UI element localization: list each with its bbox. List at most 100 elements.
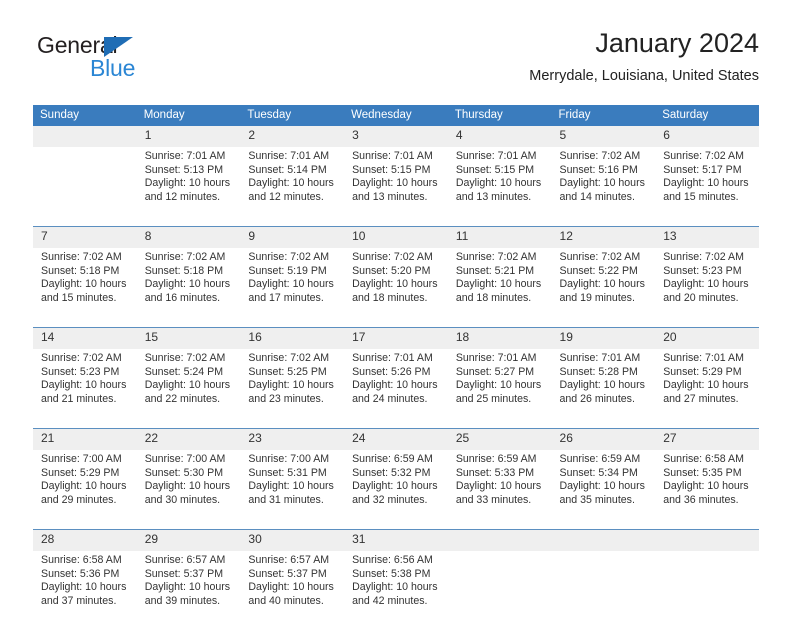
week-daynumbers-row: 28 29 30 31 [33,530,759,551]
day-cell[interactable]: Sunrise: 7:00 AM Sunset: 5:30 PM Dayligh… [136,450,241,529]
day-cell[interactable]: Sunrise: 7:02 AM Sunset: 5:25 PM Dayligh… [240,349,345,428]
sunset-text: Sunset: 5:22 PM [559,264,638,277]
sunrise-text: Sunrise: 7:02 AM [352,251,433,263]
daylight-text-line2: and 30 minutes. [144,493,221,506]
week-details-row: Sunrise: 7:01 AM Sunset: 5:13 PM Dayligh… [33,147,759,226]
day-number: 19 [551,328,656,349]
day-cell[interactable]: Sunrise: 6:57 AM Sunset: 5:37 PM Dayligh… [240,551,345,630]
sunset-text: Sunset: 5:29 PM [663,365,742,378]
day-cell[interactable]: Sunrise: 6:59 AM Sunset: 5:32 PM Dayligh… [344,450,448,529]
day-cell[interactable]: Sunrise: 7:01 AM Sunset: 5:26 PM Dayligh… [344,349,448,428]
sunrise-text: Sunrise: 7:02 AM [559,150,641,162]
week-daynumbers-row: 14 15 16 17 18 19 20 [33,328,759,349]
daylight-text-line2: and 18 minutes. [352,291,428,304]
day-cell[interactable]: Sunrise: 6:59 AM Sunset: 5:33 PM Dayligh… [447,450,552,529]
day-number [447,530,552,551]
day-cell[interactable]: Sunrise: 7:02 AM Sunset: 5:20 PM Dayligh… [344,248,448,327]
sunrise-text: Sunrise: 6:58 AM [41,554,122,566]
day-cell[interactable]: Sunrise: 6:59 AM Sunset: 5:34 PM Dayligh… [551,450,656,529]
daylight-text-line2: and 31 minutes. [248,493,324,506]
day-cell[interactable]: Sunrise: 7:02 AM Sunset: 5:21 PM Dayligh… [447,248,552,327]
sunrise-text: Sunrise: 7:01 AM [248,150,330,162]
daylight-text-line2: and 15 minutes. [41,291,117,304]
day-number: 4 [447,126,552,147]
day-cell[interactable]: Sunrise: 7:01 AM Sunset: 5:28 PM Dayligh… [551,349,656,428]
day-cell[interactable]: Sunrise: 7:01 AM Sunset: 5:29 PM Dayligh… [655,349,759,428]
sunset-text: Sunset: 5:15 PM [455,163,535,176]
sunset-text: Sunset: 5:30 PM [144,466,224,479]
sunrise-text: Sunrise: 7:02 AM [663,150,744,162]
day-cell[interactable]: Sunrise: 6:58 AM Sunset: 5:36 PM Dayligh… [33,551,137,630]
day-number: 9 [240,227,345,248]
sunrise-text: Sunrise: 6:58 AM [663,453,744,465]
daylight-text-line1: Daylight: 10 hours [248,480,334,493]
page-header: General Blue January 2024 Merrydale, Lou… [33,26,759,98]
sunrise-text: Sunrise: 7:02 AM [41,352,122,364]
sunset-text: Sunset: 5:17 PM [663,163,742,176]
daylight-text-line1: Daylight: 10 hours [144,379,231,392]
week-details-row: Sunrise: 7:00 AM Sunset: 5:29 PM Dayligh… [33,450,759,529]
day-cell[interactable]: Sunrise: 7:01 AM Sunset: 5:27 PM Dayligh… [447,349,552,428]
day-cell[interactable]: Sunrise: 7:00 AM Sunset: 5:29 PM Dayligh… [33,450,137,529]
sunrise-text: Sunrise: 7:02 AM [559,251,641,263]
day-number: 22 [136,429,241,450]
daylight-text-line2: and 13 minutes. [455,190,532,203]
day-cell[interactable]: Sunrise: 7:01 AM Sunset: 5:13 PM Dayligh… [136,147,241,226]
sunrise-text: Sunrise: 6:59 AM [559,453,641,465]
weekday-header-thursday: Thursday [447,105,552,126]
sunset-text: Sunset: 5:23 PM [41,365,120,378]
day-cell-empty [447,551,552,630]
week-daynumbers-row: 7 8 9 10 11 12 13 [33,227,759,248]
day-number: 25 [447,429,552,450]
day-number: 6 [655,126,759,147]
daylight-text-line2: and 32 minutes. [352,493,428,506]
day-number: 14 [33,328,137,349]
day-number: 12 [551,227,656,248]
title-block: January 2024 Merrydale, Louisiana, Unite… [529,26,759,87]
sunset-text: Sunset: 5:28 PM [559,365,638,378]
day-cell[interactable]: Sunrise: 7:02 AM Sunset: 5:17 PM Dayligh… [655,147,759,226]
day-cell[interactable]: Sunrise: 6:58 AM Sunset: 5:35 PM Dayligh… [655,450,759,529]
daylight-text-line2: and 16 minutes. [144,291,221,304]
daylight-text-line2: and 15 minutes. [663,190,739,203]
sunrise-text: Sunrise: 6:59 AM [352,453,433,465]
day-cell[interactable]: Sunrise: 7:02 AM Sunset: 5:22 PM Dayligh… [551,248,656,327]
daylight-text-line2: and 42 minutes. [352,594,428,607]
day-cell[interactable]: Sunrise: 7:02 AM Sunset: 5:16 PM Dayligh… [551,147,656,226]
calendar-header-row: Sunday Monday Tuesday Wednesday Thursday… [33,105,759,126]
day-cell[interactable]: Sunrise: 7:01 AM Sunset: 5:15 PM Dayligh… [447,147,552,226]
sunset-text: Sunset: 5:13 PM [144,163,224,176]
day-cell[interactable]: Sunrise: 7:02 AM Sunset: 5:18 PM Dayligh… [136,248,241,327]
day-cell[interactable]: Sunrise: 7:01 AM Sunset: 5:14 PM Dayligh… [240,147,345,226]
day-cell[interactable]: Sunrise: 7:02 AM Sunset: 5:24 PM Dayligh… [136,349,241,428]
day-cell[interactable]: Sunrise: 6:56 AM Sunset: 5:38 PM Dayligh… [344,551,448,630]
day-cell[interactable]: Sunrise: 7:02 AM Sunset: 5:23 PM Dayligh… [33,349,137,428]
daylight-text-line2: and 37 minutes. [41,594,117,607]
daylight-text-line2: and 26 minutes. [559,392,635,405]
sunrise-text: Sunrise: 7:02 AM [41,251,122,263]
weekday-header-sunday: Sunday [33,105,137,126]
day-cell[interactable]: Sunrise: 7:02 AM Sunset: 5:23 PM Dayligh… [655,248,759,327]
sunset-text: Sunset: 5:37 PM [248,567,327,580]
sunrise-text: Sunrise: 7:01 AM [559,352,641,364]
day-cell[interactable]: Sunrise: 7:01 AM Sunset: 5:15 PM Dayligh… [344,147,448,226]
daylight-text-line1: Daylight: 10 hours [248,177,334,190]
day-number: 5 [551,126,656,147]
daylight-text-line2: and 20 minutes. [663,291,739,304]
day-number: 2 [240,126,345,147]
day-cell[interactable]: Sunrise: 7:02 AM Sunset: 5:18 PM Dayligh… [33,248,137,327]
sunrise-text: Sunrise: 7:01 AM [663,352,744,364]
daylight-text-line1: Daylight: 10 hours [352,278,438,291]
sunset-text: Sunset: 5:33 PM [455,466,535,479]
sunset-text: Sunset: 5:20 PM [352,264,431,277]
sunset-text: Sunset: 5:25 PM [248,365,327,378]
sunset-text: Sunset: 5:24 PM [144,365,224,378]
day-cell[interactable]: Sunrise: 6:57 AM Sunset: 5:37 PM Dayligh… [136,551,241,630]
sunset-text: Sunset: 5:29 PM [41,466,120,479]
day-cell[interactable]: Sunrise: 7:00 AM Sunset: 5:31 PM Dayligh… [240,450,345,529]
day-cell[interactable]: Sunrise: 7:02 AM Sunset: 5:19 PM Dayligh… [240,248,345,327]
sunset-text: Sunset: 5:31 PM [248,466,327,479]
weekday-header-wednesday: Wednesday [344,105,448,126]
logo-text-blue: Blue [90,55,136,81]
week-daynumbers-row: 21 22 23 24 25 26 27 [33,429,759,450]
